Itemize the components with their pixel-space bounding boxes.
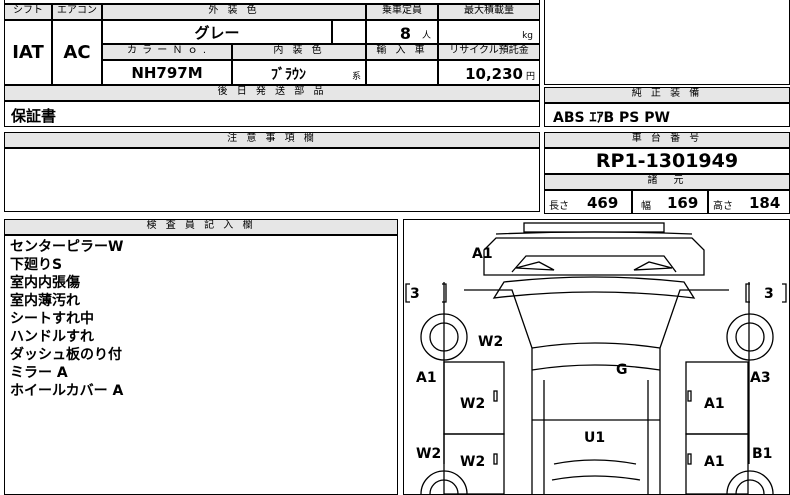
exterior-color-value: グレー <box>102 20 332 44</box>
inspector-header: 検 査 員 記 入 欄 <box>4 219 398 235</box>
import-value <box>366 60 438 85</box>
equipment-value-cell: ABS ｴｱB PS PW <box>544 103 790 127</box>
recycle-cell: 10,230 円 <box>438 60 540 85</box>
interior-color-cell: ﾌﾞﾗｳﾝ 系 <box>232 60 366 85</box>
width-label: 幅 <box>641 201 651 212</box>
interior-color-value: ﾌﾞﾗｳﾝ <box>271 67 306 83</box>
car-diagram-svg: A1 3 3 W2 G A1 A3 W2 A1 U1 W2 W2 A1 B1 <box>405 222 787 494</box>
mark-right-rear-quarter: B1 <box>752 446 772 462</box>
inspector-note: 室内薄汚れ <box>10 293 80 309</box>
mark-hood-left: W2 <box>478 334 503 350</box>
aircon-header: エアコン <box>52 4 102 20</box>
later-parts-value-cell: 保証書 <box>4 101 540 127</box>
front-bumper <box>523 222 665 233</box>
recycle-header: リサイクル預託金 <box>438 44 540 60</box>
door-handle <box>493 453 498 465</box>
inspector-note: ホイールカバー A <box>10 383 124 399</box>
car-diagram: A1 3 3 W2 G A1 A3 W2 A1 U1 W2 W2 A1 B1 <box>403 219 790 495</box>
import-header: 輸 入 車 <box>366 44 438 60</box>
inspector-notes-body: センターピラーW 下廻りS 室内内張傷 室内薄汚れ シートすれ中 ハンドルすれ … <box>4 235 398 495</box>
max-load-header: 最大積載量 <box>438 4 540 20</box>
exterior-color-extra <box>332 20 366 44</box>
interior-color-header: 内 装 色 <box>232 44 366 60</box>
notes-header: 注 意 事 項 欄 <box>4 132 540 148</box>
length-label: 長さ <box>549 201 569 212</box>
aircon-value: AC <box>52 20 102 85</box>
inspector-note: センターピラーW <box>10 239 124 255</box>
inspector-note: 下廻りS <box>10 257 63 273</box>
mark-front-top: A1 <box>472 246 493 262</box>
color-no-header: カ ラ ー Ｎ ｏ . <box>102 44 232 60</box>
mark-center: U1 <box>584 430 605 446</box>
mark-right-front-door: A1 <box>704 396 725 412</box>
length-value: 469 <box>587 194 619 212</box>
recycle-unit: 円 <box>525 72 535 82</box>
width-cell: 幅 169 <box>632 190 708 214</box>
max-load-unit: kg <box>522 31 533 41</box>
mark-left-front-fender: A1 <box>416 370 437 386</box>
equipment-value: ABS ｴｱB PS PW <box>553 110 670 126</box>
later-parts-value: 保証書 <box>11 107 57 125</box>
height-value: 184 <box>749 194 781 212</box>
mark-left-bracket: 3 <box>410 286 420 302</box>
roof-lines <box>531 342 661 421</box>
mark-left-front-door: W2 <box>460 396 485 412</box>
capacity-header: 乗車定員 <box>366 4 438 20</box>
interior-color-suffix: 系 <box>351 72 361 82</box>
width-value: 169 <box>667 194 699 212</box>
mark-left-rear-door: W2 <box>460 454 485 470</box>
height-cell: 高さ 184 <box>708 190 790 214</box>
exterior-color-header: 外 装 色 <box>102 4 366 20</box>
height-label: 高さ <box>713 201 733 212</box>
mark-left-rear-quarter: W2 <box>416 446 441 462</box>
mark-roof: G <box>616 362 628 378</box>
mark-right-front-fender: A3 <box>750 370 771 386</box>
chassis-header: 車 台 番 号 <box>544 132 790 148</box>
inspector-note: シートすれ中 <box>10 311 94 327</box>
length-cell: 長さ 469 <box>544 190 632 214</box>
top-table: シフト エアコン 外 装 色 乗車定員 最大積載量 IAT AC グレー 8 人… <box>4 0 540 85</box>
later-parts-header: 後 日 発 送 部 品 <box>4 85 540 101</box>
rear-window-lines <box>551 459 641 481</box>
door-handle <box>687 390 692 402</box>
dimensions-header: 諸 元 <box>544 174 790 190</box>
mark-right-bracket: 3 <box>764 286 774 302</box>
inspector-note: ハンドルすれ <box>10 329 94 345</box>
capacity-value: 8 <box>399 24 411 43</box>
max-load-cell: kg <box>438 20 540 44</box>
recycle-value: 10,230 <box>465 65 523 83</box>
color-no-value: NH797M <box>102 60 232 85</box>
door-handle <box>493 390 498 402</box>
door-handle <box>687 453 692 465</box>
equipment-header: 純 正 装 備 <box>544 87 790 103</box>
notes-body <box>4 148 540 212</box>
shift-value: IAT <box>4 20 52 85</box>
right-top-box <box>544 0 790 85</box>
headlights <box>515 261 673 271</box>
windshield <box>492 276 696 299</box>
chassis-value: RP1-1301949 <box>544 148 790 174</box>
shift-header: シフト <box>4 4 52 20</box>
capacity-unit: 人 <box>421 31 431 41</box>
mark-right-rear-door: A1 <box>704 454 725 470</box>
inspector-note: ダッシュ板のり付 <box>10 347 122 363</box>
inspector-note: ミラー A <box>10 365 68 381</box>
inspector-note: 室内内張傷 <box>10 275 80 291</box>
capacity-value-cell: 8 人 <box>366 20 438 44</box>
